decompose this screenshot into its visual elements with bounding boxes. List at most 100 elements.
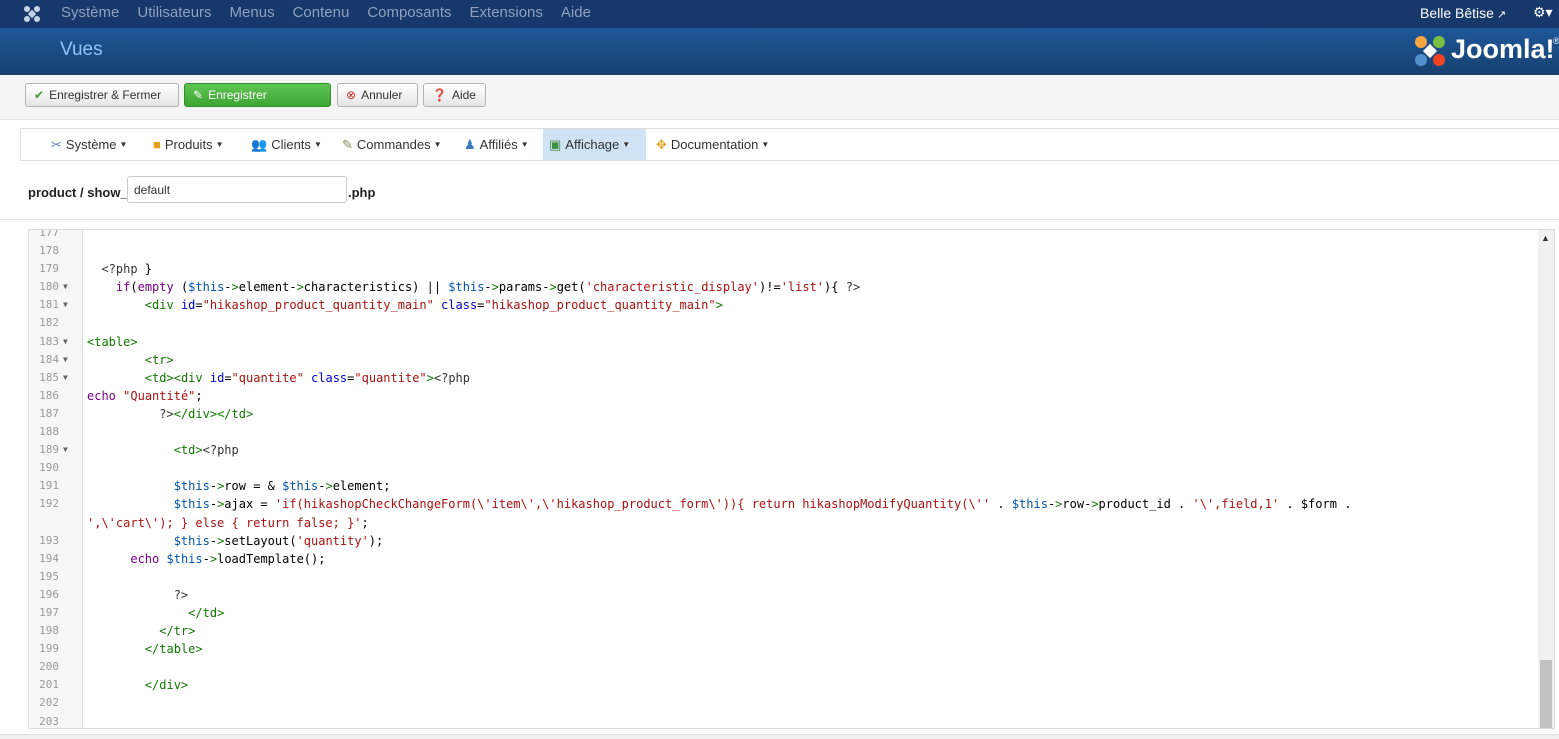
- tools-icon: ✂: [51, 136, 62, 152]
- help-label: Aide: [451, 88, 476, 102]
- fold-arrow-icon[interactable]: ▼: [63, 333, 68, 351]
- menu-utilisateurs[interactable]: Utilisateurs: [128, 0, 220, 28]
- scrollbar-thumb[interactable]: [1540, 660, 1552, 728]
- line-number: 180: [39, 280, 59, 294]
- line-number: 194: [39, 551, 59, 565]
- cancel-label: Annuler: [361, 88, 403, 102]
- line-code: echo $this->loadTemplate();: [130, 551, 326, 566]
- code-line[interactable]: 190: [29, 459, 1529, 477]
- code-lines: 177 178 179 <?php } 180 ▼ if(empty ($this->e…: [29, 230, 1529, 728]
- code-line[interactable]: 182: [29, 314, 1529, 332]
- menu-aide[interactable]: Aide: [552, 0, 600, 28]
- line-code: ?></div></td>: [159, 406, 254, 421]
- menu-contenu[interactable]: Contenu: [284, 0, 359, 28]
- line-number: 202: [39, 696, 59, 710]
- fold-arrow-icon[interactable]: ▼: [63, 278, 68, 296]
- code-line[interactable]: 199 </table>: [29, 640, 1529, 658]
- line-number: 190: [39, 461, 59, 475]
- code-line[interactable]: 192 $this->ajax = 'if(hikashopCheckChang…: [29, 495, 1529, 513]
- code-line[interactable]: 177: [29, 230, 1529, 242]
- code-line[interactable]: 181 ▼ <div id="hikashop_product_quantity_…: [29, 296, 1529, 314]
- code-line[interactable]: 186 echo "Quantité";: [29, 387, 1529, 405]
- code-line[interactable]: 191 $this->row = & $this->element;: [29, 477, 1529, 495]
- code-line[interactable]: 197 </td>: [29, 604, 1529, 622]
- fold-arrow-icon[interactable]: ▼: [63, 441, 68, 459]
- line-number: 198: [39, 624, 59, 638]
- joomla-logo-icon[interactable]: [22, 4, 42, 24]
- site-link[interactable]: Belle Bêtise ↗: [1420, 0, 1506, 28]
- code-line[interactable]: 180 ▼ if(empty ($this->element->character…: [29, 278, 1529, 296]
- hika-menu-label: Clients: [271, 137, 311, 152]
- line-code: </tr>: [159, 624, 196, 639]
- line-number: 195: [39, 569, 59, 583]
- save-close-button[interactable]: ✔ Enregistrer & Fermer: [25, 83, 179, 107]
- hika-menu-produits[interactable]: ■ Produits ▼: [147, 129, 229, 160]
- hika-menu-documentation[interactable]: ✥ Documentation ▼: [650, 129, 775, 160]
- check-icon: ✔: [34, 88, 45, 102]
- hika-menu-label: Documentation: [670, 137, 759, 152]
- line-code: $this->setLayout('quantity');: [173, 533, 384, 548]
- line-code: <div id="hikashop_product_quantity_main"…: [144, 298, 723, 313]
- code-line[interactable]: 185 ▼ <td><div id="quantite" class="quant…: [29, 369, 1529, 387]
- caret-down-icon: ▼: [119, 140, 128, 149]
- orders-icon: ✎: [342, 136, 353, 152]
- code-line[interactable]: 195: [29, 568, 1529, 586]
- line-number: 197: [39, 605, 59, 619]
- line-code: echo "Quantité";: [87, 388, 203, 403]
- menu-systeme[interactable]: Système: [52, 0, 128, 28]
- code-line[interactable]: 201 </div>: [29, 676, 1529, 694]
- code-line[interactable]: 187 ?></div></td>: [29, 405, 1529, 423]
- caret-down-icon: ▼: [520, 140, 529, 149]
- code-line[interactable]: 179 <?php }: [29, 260, 1529, 278]
- code-line[interactable]: ',\'cart\'); } else { return false; }';: [29, 514, 1529, 532]
- code-line[interactable]: 203: [29, 713, 1529, 728]
- hika-menu-affichage[interactable]: ▣ Affichage ▼: [543, 129, 646, 160]
- caret-down-icon: ▼: [215, 140, 224, 149]
- fold-arrow-icon[interactable]: ▼: [63, 369, 68, 387]
- line-code: <td><?php: [173, 443, 239, 458]
- code-line[interactable]: 193 $this->setLayout('quantity');: [29, 532, 1529, 550]
- code-line[interactable]: 198 </tr>: [29, 622, 1529, 640]
- code-line[interactable]: 183 ▼ <table>: [29, 333, 1529, 351]
- line-number: 185: [39, 370, 59, 384]
- line-code: <tr>: [144, 352, 174, 367]
- top-navbar: Système Utilisateurs Menus Contenu Compo…: [0, 0, 1559, 28]
- hika-menu-commandes[interactable]: ✎ Commandes ▼: [336, 129, 448, 160]
- caret-down-icon: ▼: [622, 140, 631, 149]
- cancel-button[interactable]: ⊗ Annuler: [337, 83, 418, 107]
- caret-down-icon: ▼: [313, 140, 322, 149]
- code-editor[interactable]: 177 178 179 <?php } 180 ▼ if(empty ($this->e…: [28, 229, 1555, 729]
- menu-composants[interactable]: Composants: [358, 0, 460, 28]
- menu-menus[interactable]: Menus: [221, 0, 284, 28]
- line-code: $this->row = & $this->element;: [173, 479, 391, 494]
- line-number: 193: [39, 533, 59, 547]
- code-line[interactable]: 188: [29, 423, 1529, 441]
- menu-extensions[interactable]: Extensions: [461, 0, 552, 28]
- fold-arrow-icon[interactable]: ▼: [63, 296, 68, 314]
- save-close-label: Enregistrer & Fermer: [49, 88, 162, 102]
- hika-menu-affilies[interactable]: ♟ Affiliés ▼: [458, 129, 535, 160]
- settings-gear-icon[interactable]: ⚙▾: [1533, 4, 1553, 21]
- scroll-up-icon[interactable]: ▲: [1541, 233, 1550, 243]
- hika-menu-systeme[interactable]: ✂ Système ▼: [45, 129, 133, 160]
- fold-arrow-icon[interactable]: ▼: [63, 351, 68, 369]
- page-title: Vues: [60, 39, 103, 60]
- help-button[interactable]: ❓ Aide: [423, 83, 486, 107]
- code-line[interactable]: 200: [29, 658, 1529, 676]
- code-line[interactable]: 196 ?>: [29, 586, 1529, 604]
- line-number: 189: [39, 443, 59, 457]
- users-icon: 👥: [251, 136, 268, 152]
- code-line[interactable]: 184 ▼ <tr>: [29, 351, 1529, 369]
- save-button[interactable]: ✎ Enregistrer: [184, 83, 331, 107]
- editor-scrollbar[interactable]: ▲: [1538, 230, 1554, 728]
- code-line[interactable]: 202: [29, 694, 1529, 712]
- hika-menu-clients[interactable]: 👥 Clients ▼: [245, 129, 328, 160]
- line-number: 191: [39, 479, 59, 493]
- code-line[interactable]: 178: [29, 242, 1529, 260]
- site-name: Belle Bêtise: [1420, 5, 1494, 21]
- code-line[interactable]: 194 echo $this->loadTemplate();: [29, 550, 1529, 568]
- code-line[interactable]: 189 ▼ <td><?php: [29, 441, 1529, 459]
- view-name-input[interactable]: [127, 176, 347, 203]
- line-code: <?php }: [101, 262, 153, 277]
- joomla-wordmark: Joomla!: [1451, 34, 1555, 64]
